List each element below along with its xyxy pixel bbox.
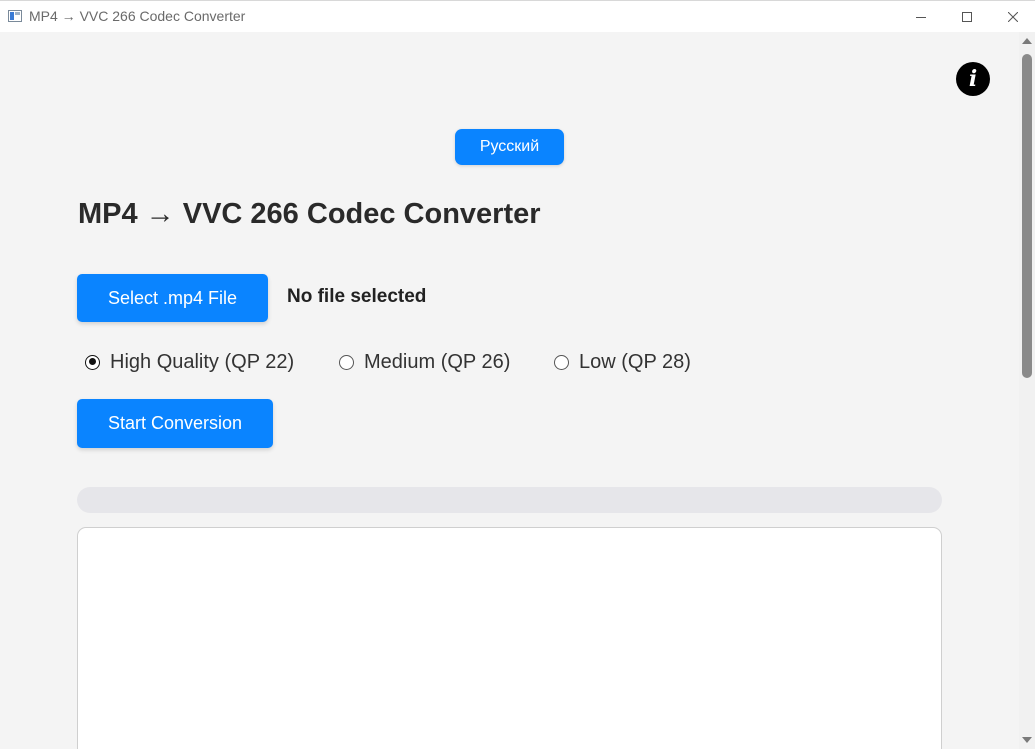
start-conversion-button[interactable]: Start Conversion: [77, 399, 273, 448]
info-icon: i: [968, 66, 978, 92]
maximize-button[interactable]: [944, 1, 990, 32]
scroll-up-arrow-icon[interactable]: [1022, 38, 1032, 44]
page-title: MP4 → VVC 266 Codec Converter: [78, 198, 541, 230]
radio-high[interactable]: [85, 354, 100, 370]
quality-label-low: Low (QP 28): [579, 350, 691, 373]
file-status: No file selected: [287, 286, 427, 307]
language-button[interactable]: Русский: [455, 129, 564, 165]
quality-label-high: High Quality (QP 22): [110, 350, 295, 373]
quality-label-medium: Medium (QP 26): [364, 350, 511, 373]
minimize-icon: [916, 16, 926, 18]
window-title: MP4 → VVC 266 Codec Converter: [29, 8, 246, 24]
scroll-thumb[interactable]: [1022, 54, 1032, 378]
close-button[interactable]: [990, 1, 1035, 32]
progress-bar: [77, 487, 942, 513]
log-output[interactable]: [77, 527, 942, 749]
quality-option-high[interactable]: High Quality (QP 22): [85, 349, 294, 375]
maximize-icon: [962, 11, 972, 22]
select-file-button[interactable]: Select .mp4 File: [77, 274, 268, 322]
info-button[interactable]: i: [956, 62, 990, 96]
title-bar: MP4 → VVC 266 Codec Converter: [0, 0, 1035, 32]
scroll-down-arrow-icon[interactable]: [1022, 737, 1032, 743]
app-window: MP4 → VVC 266 Codec Converter i Русский …: [0, 0, 1035, 749]
client-area: i Русский MP4 → VVC 266 Codec Converter …: [0, 32, 1019, 749]
radio-medium[interactable]: [339, 354, 354, 370]
radio-low[interactable]: [554, 354, 569, 370]
vertical-scrollbar[interactable]: [1019, 32, 1035, 749]
close-icon: [1008, 11, 1018, 22]
quality-option-low[interactable]: Low (QP 28): [554, 349, 691, 375]
minimize-button[interactable]: [898, 1, 944, 32]
app-icon: [8, 10, 22, 22]
quality-option-medium[interactable]: Medium (QP 26): [339, 349, 510, 375]
